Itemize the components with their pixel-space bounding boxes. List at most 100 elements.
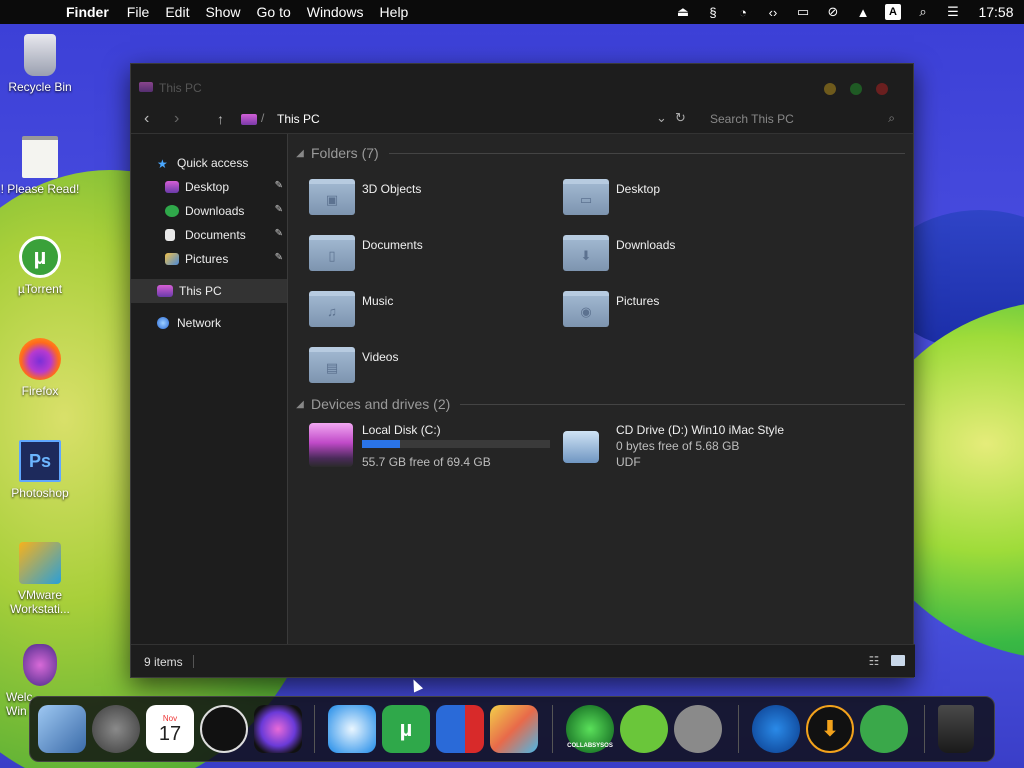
maximize-button[interactable] — [850, 83, 862, 95]
upload-icon[interactable]: ▲ — [848, 5, 878, 20]
utorrent-icon: µ — [19, 236, 61, 278]
apple-logo-icon — [23, 644, 57, 686]
forward-icon[interactable]: › — [174, 110, 179, 128]
desktop-icon-vmware[interactable]: VMware Workstati... — [0, 542, 80, 616]
eject-icon[interactable]: ⏏ — [668, 4, 698, 20]
search-input[interactable]: Search This PC — [701, 107, 901, 131]
folder-music[interactable]: ♫ Music — [289, 286, 539, 336]
drive-local-disk-c[interactable]: Local Disk (C:) 55.7 GB free of 69.4 GB — [289, 419, 559, 475]
menu-clock[interactable]: 17:58 — [968, 4, 1024, 20]
parallels-icon[interactable] — [436, 705, 484, 753]
navigation-pane: ★ Quick access Desktop ✎ Downloads ✎ Doc… — [131, 134, 288, 644]
desktop-icon-utorrent[interactable]: µ µTorrent — [0, 236, 80, 296]
collapse-triangle-icon[interactable]: ◢ — [289, 399, 311, 410]
pin-icon[interactable]: ✎ — [275, 228, 283, 239]
menu-go-to[interactable]: Go to — [249, 4, 299, 20]
collabsysos-icon[interactable]: COLLABSYSOS — [566, 705, 614, 753]
monitor-icon[interactable]: ▭ — [788, 4, 818, 20]
sidebar-item-label: This PC — [179, 284, 222, 298]
mute-icon[interactable]: ⊘ — [818, 4, 848, 20]
desktop-icon-firefox[interactable]: Firefox — [0, 338, 80, 398]
utorrent-icon[interactable]: µ — [382, 705, 430, 753]
details-view-icon[interactable]: ☷ — [867, 654, 881, 668]
refresh-icon[interactable]: ↻ — [675, 110, 686, 126]
menu-file[interactable]: File — [119, 4, 158, 20]
up-arrow-icon[interactable]: ↑ — [217, 111, 224, 127]
sidebar-item-desktop[interactable]: Desktop ✎ — [131, 175, 287, 199]
folder-downloads[interactable]: ⬇ Downloads — [543, 230, 793, 280]
minimize-button[interactable] — [824, 83, 836, 95]
folder-3d-objects[interactable]: ▣ 3D Objects — [289, 174, 539, 224]
sidebar-item-label: Pictures — [185, 252, 229, 266]
explorer-window: This PC ‹ › ↑ / This PC ⌄ ↻ Search This … — [130, 63, 915, 678]
sidebar-item-label: Downloads — [185, 204, 245, 218]
network-nodes-icon[interactable] — [860, 705, 908, 753]
large-icons-view-icon[interactable] — [891, 655, 905, 666]
folder-name: Videos — [362, 350, 399, 364]
trash-icon[interactable] — [938, 705, 974, 753]
input-icon[interactable]: A — [885, 4, 901, 20]
download-arrow-icon[interactable]: ⬇ — [806, 705, 854, 753]
pin-icon[interactable]: ✎ — [275, 180, 283, 191]
folder-documents[interactable]: ▯ Documents — [289, 230, 539, 280]
desktop-icon-photoshop[interactable]: Ps Photoshop — [0, 440, 80, 500]
window-title-bar[interactable]: This PC — [131, 64, 913, 104]
back-icon[interactable]: ‹ — [144, 110, 149, 128]
desktop-icon-recycle-bin[interactable]: Recycle Bin — [0, 34, 80, 94]
film-icon: ▤ — [325, 360, 339, 375]
safari-compass-icon[interactable] — [328, 705, 376, 753]
history-dropdown-icon[interactable]: ⌄ — [656, 110, 667, 126]
sidebar-item-pictures[interactable]: Pictures ✎ — [131, 247, 287, 271]
sidebar-item-this-pc[interactable]: This PC — [131, 279, 287, 303]
drive-usage-fill — [362, 440, 400, 448]
folders-group-header[interactable]: ◢ Folders (7) — [289, 142, 915, 164]
code-icon[interactable]: ‹› — [758, 5, 788, 20]
pin-icon[interactable]: ✎ — [275, 252, 283, 263]
group-divider — [388, 152, 905, 154]
collapse-triangle-icon[interactable]: ◢ — [289, 148, 311, 159]
photos-icon[interactable] — [490, 705, 538, 753]
clock-icon[interactable] — [200, 705, 248, 753]
tools-wrench-icon[interactable] — [674, 705, 722, 753]
web-globe-icon[interactable] — [752, 705, 800, 753]
siri-icon[interactable] — [254, 705, 302, 753]
menu-app-name[interactable]: Finder — [58, 4, 119, 20]
status-bar: 9 items ☷ — [131, 644, 915, 677]
sidebar-item-label: Network — [177, 316, 222, 330]
folder-desktop[interactable]: ▭ Desktop — [543, 174, 793, 224]
folder-videos[interactable]: ▤ Videos — [289, 342, 539, 392]
sidebar-item-network[interactable]: Network — [131, 311, 287, 335]
control-center-icon[interactable]: ☰ — [938, 4, 968, 20]
drive-free-space: 0 bytes free of 5.68 GB — [616, 439, 740, 453]
sidebar-item-documents[interactable]: Documents ✎ — [131, 223, 287, 247]
group-title: Devices and drives (2) — [311, 396, 451, 412]
sidebar-item-quick-access[interactable]: ★ Quick access — [131, 151, 287, 175]
menu-show[interactable]: Show — [197, 4, 248, 20]
folder-icon: ▭ — [563, 179, 609, 215]
drive-cd-d[interactable]: CD Drive (D:) Win10 iMac Style 0 bytes f… — [543, 419, 793, 475]
photoshop-icon: Ps — [19, 440, 61, 482]
folder-name: Downloads — [616, 238, 676, 252]
pin-icon[interactable]: ✎ — [275, 204, 283, 215]
cube-icon: ▣ — [325, 192, 339, 207]
link-chain-icon[interactable] — [620, 705, 668, 753]
documents-icon — [165, 229, 175, 241]
desktop-icon-label: Photoshop — [11, 486, 69, 500]
desktop-icon-please-read[interactable]: ! Please Read! — [0, 136, 80, 196]
pie-icon[interactable]: ◔ — [728, 5, 758, 20]
launchpad-rocket-icon[interactable] — [92, 705, 140, 753]
calendar-icon[interactable]: Nov 17 — [146, 705, 194, 753]
menu-help[interactable]: Help — [372, 4, 417, 20]
close-button[interactable] — [876, 83, 888, 95]
folder-pictures[interactable]: ◉ Pictures — [543, 286, 793, 336]
script-icon[interactable]: § — [698, 5, 728, 20]
sidebar-item-downloads[interactable]: Downloads ✎ — [131, 199, 287, 223]
sidebar-item-label: Quick access — [177, 156, 249, 170]
firefox-icon — [19, 338, 61, 380]
search-icon[interactable]: ⌕ — [908, 4, 938, 20]
menu-windows[interactable]: Windows — [299, 4, 372, 20]
menu-edit[interactable]: Edit — [157, 4, 197, 20]
finder-icon[interactable] — [38, 705, 86, 753]
breadcrumb[interactable]: This PC — [277, 112, 320, 126]
devices-group-header[interactable]: ◢ Devices and drives (2) — [289, 393, 915, 415]
